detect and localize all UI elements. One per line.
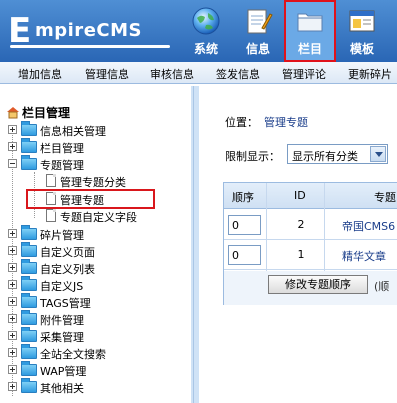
col-order-header: 顺序 [232,191,254,204]
nav-label: 栏目 [297,42,322,56]
folder-icon [297,13,323,32]
folder-icon [21,121,37,136]
expand-icon[interactable] [8,314,17,323]
tree-item-label: TAGS管理 [40,297,91,310]
left-tree: 栏目管理 信息相关管理 栏目管理 专题管理 管理专题分类 管理专题 专题自定义字… [0,86,190,403]
expand-icon[interactable] [8,142,17,151]
tree-item-label: 采集管理 [40,331,84,344]
submenu-update-fragments[interactable]: 更新碎片 [348,66,392,82]
expand-icon[interactable] [8,365,17,374]
folder-icon [21,225,37,240]
expand-icon[interactable] [8,382,17,391]
col-topic-header: 专题 [374,191,396,204]
filter-label: 限制显示： [225,150,280,163]
expand-icon[interactable] [8,229,17,238]
tree-item-label: 附件管理 [40,314,84,327]
chevron-down-icon[interactable] [370,146,386,162]
nav-label: 模板 [349,42,374,56]
expand-icon[interactable] [8,263,17,272]
nav-label: 系统 [193,42,218,56]
submenu-add-info[interactable]: 增加信息 [18,66,62,82]
submenu-review-info[interactable]: 审核信息 [150,66,194,82]
folder-icon [21,327,37,342]
position-link[interactable]: 管理专题 [264,116,308,129]
expand-icon[interactable] [8,331,17,340]
folder-icon [21,293,37,308]
home-icon [7,107,19,119]
footer-note: (顺 [374,280,390,293]
empirecms-logo: E mpireCMS [8,12,170,50]
table-row: 1 精华文章 [224,240,397,270]
tree-item-label: WAP管理 [40,365,87,378]
folder-icon [21,242,37,257]
folder-icon [21,259,37,274]
tree-item-label: 碎片管理 [40,229,84,242]
window-icon [349,10,375,32]
expand-icon[interactable] [8,280,17,289]
tree-item-label: 自定义JS [40,280,84,293]
submenu-manage-info[interactable]: 管理信息 [85,66,129,82]
logo-text: mpireCMS [35,20,142,41]
submenu-sign-info[interactable]: 签发信息 [216,66,260,82]
nav-system[interactable]: 系统 [180,0,232,62]
expand-icon[interactable] [8,348,17,357]
order-input[interactable] [228,215,261,235]
submenu-bar: 增加信息 管理信息 审核信息 签发信息 管理评论 更新碎片 [0,62,397,84]
notepad-icon [247,9,273,34]
tree-item-label: 自定义列表 [40,263,95,276]
nav-label: 信息 [245,42,270,56]
document-icon [46,174,56,187]
expand-icon[interactable] [8,125,17,134]
breadcrumb: 位置： 管理专题 [225,114,308,130]
table-footer: 修改专题顺序 (顺 [224,271,397,305]
tree-root-label: 栏目管理 [22,106,71,120]
row-id: 1 [297,248,305,261]
topic-link[interactable]: 帝国CMS6 [342,218,395,234]
folder-icon [21,361,37,376]
globe-icon [192,7,220,35]
main-content: 位置： 管理专题 限制显示： 显示所有分类 顺序 ID 专题 2 帝国CMS6 1… [201,86,397,403]
tree-item-label: 专题管理 [40,159,84,172]
select-value: 显示所有分类 [292,150,358,163]
tree-item-label: 自定义页面 [40,246,95,259]
order-input[interactable] [228,245,261,265]
folder-icon [21,310,37,325]
category-filter-select[interactable]: 显示所有分类 [287,144,388,164]
tree-child-label: 专题自定义字段 [60,211,137,224]
row-id: 2 [297,218,305,231]
table-row: 2 帝国CMS6 [224,210,397,240]
submenu-manage-comments[interactable]: 管理评论 [282,66,326,82]
folder-icon [21,138,37,153]
folder-icon [21,344,37,359]
tree-item-label: 其他相关 [40,382,84,395]
expand-icon[interactable] [8,246,17,255]
document-icon [46,209,56,222]
collapse-icon[interactable] [8,159,17,168]
expand-icon[interactable] [8,297,17,306]
col-id-header: ID [294,189,306,202]
logo-underline [10,45,170,48]
tree-item-label: 栏目管理 [40,142,84,155]
nav-info[interactable]: 信息 [232,0,284,62]
topic-link[interactable]: 精华文章 [342,248,386,264]
tree-child-label: 管理专题分类 [60,176,126,189]
tree-item-label: 全站全文搜索 [40,348,106,361]
top-header: E mpireCMS 系统 信息 栏目 模板 [0,0,397,62]
nav-column[interactable]: 栏目 [284,0,336,62]
update-order-button[interactable]: 修改专题顺序 [268,275,368,294]
table-header: 顺序 ID 专题 [224,183,397,209]
pane-divider[interactable] [191,86,199,403]
nav-template[interactable]: 模板 [336,0,388,62]
topics-table: 顺序 ID 专题 2 帝国CMS6 1 精华文章 修改专题顺序 (顺 [223,182,397,305]
open-folder-icon [21,155,37,170]
tree-root: 栏目管理 [6,104,70,121]
highlight-box [26,189,155,209]
folder-icon [21,276,37,291]
tree-item-label: 信息相关管理 [40,125,106,138]
folder-icon [21,378,37,393]
position-label: 位置： [225,116,258,129]
